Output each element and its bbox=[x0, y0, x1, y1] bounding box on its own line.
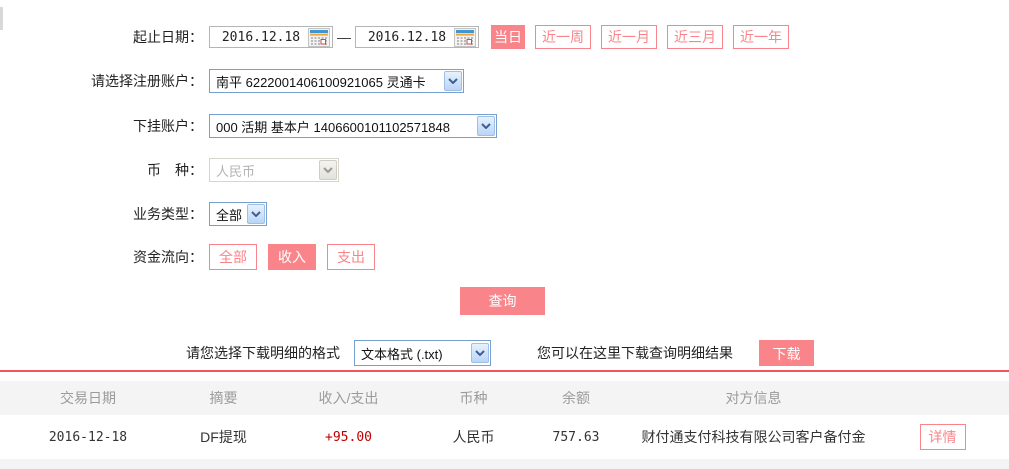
cell-date: 2016-12-18 bbox=[0, 430, 176, 445]
table-row: 2016-12-18 DF提现 +95.00 人民币 757.63 财付通支付科… bbox=[0, 415, 1009, 459]
sub-account-label: 下挂账户： bbox=[0, 116, 203, 136]
download-button[interactable]: 下载 bbox=[759, 340, 814, 366]
chevron-down-icon bbox=[319, 160, 337, 180]
cell-balance: 757.63 bbox=[521, 430, 631, 445]
fund-flow-expense-button[interactable]: 支出 bbox=[327, 244, 375, 270]
register-account-value: 南平 6222001406100921065 灵通卡 bbox=[210, 72, 443, 91]
header-balance: 余额 bbox=[521, 388, 631, 408]
quick-range-year-button[interactable]: 近一年 bbox=[733, 25, 789, 49]
cell-amount: +95.00 bbox=[271, 430, 426, 445]
fund-flow-row: 资金流向： 全部 收入 支出 bbox=[0, 244, 386, 270]
cell-currency: 人民币 bbox=[426, 427, 521, 447]
calendar-icon[interactable] bbox=[308, 28, 330, 47]
quick-range-3months-button[interactable]: 近三月 bbox=[667, 25, 723, 49]
fund-flow-income-button[interactable]: 收入 bbox=[268, 244, 316, 270]
start-date-value: 2016.12.18 bbox=[214, 30, 308, 45]
quick-range-month-button[interactable]: 近一月 bbox=[601, 25, 657, 49]
transaction-table: 交易日期 摘要 收入/支出 币种 余额 对方信息 2016-12-18 DF提现… bbox=[0, 381, 1009, 459]
quick-range-today-button[interactable]: 当日 bbox=[491, 25, 525, 49]
header-counterparty: 对方信息 bbox=[631, 388, 876, 408]
date-range-separator: — bbox=[337, 29, 351, 45]
detail-button[interactable]: 详情 bbox=[920, 424, 966, 450]
start-date-input[interactable]: 2016.12.18 bbox=[209, 26, 333, 48]
end-date-value: 2016.12.18 bbox=[360, 30, 454, 45]
register-account-row: 请选择注册账户： 南平 6222001406100921065 灵通卡 bbox=[0, 68, 464, 94]
header-currency: 币种 bbox=[426, 388, 521, 408]
business-type-row: 业务类型： 全部 bbox=[0, 201, 267, 227]
business-type-select[interactable]: 全部 bbox=[209, 202, 267, 226]
currency-select: 人民币 bbox=[209, 158, 339, 182]
date-range-row: 起止日期： 2016.12.18 bbox=[0, 24, 789, 50]
header-date: 交易日期 bbox=[0, 388, 176, 408]
currency-row: 币 种： 人民币 bbox=[0, 157, 339, 183]
query-button[interactable]: 查询 bbox=[460, 287, 545, 315]
table-header-row: 交易日期 摘要 收入/支出 币种 余额 对方信息 bbox=[0, 381, 1009, 415]
date-range-label: 起止日期： bbox=[0, 27, 203, 47]
currency-label: 币 种： bbox=[0, 160, 203, 180]
sub-account-row: 下挂账户： 000 活期 基本户 1406600101102571848 bbox=[0, 113, 497, 139]
download-hint: 您可以在这里下载查询明细结果 bbox=[537, 343, 733, 363]
quick-range-week-button[interactable]: 近一周 bbox=[535, 25, 591, 49]
sub-account-value: 000 活期 基本户 1406600101102571848 bbox=[210, 117, 476, 136]
transaction-query-page: 起止日期： 2016.12.18 bbox=[0, 0, 1009, 469]
download-format-value: 文本格式 (.txt) bbox=[355, 344, 470, 363]
chevron-down-icon bbox=[247, 204, 265, 224]
register-account-label: 请选择注册账户： bbox=[0, 71, 203, 91]
fund-flow-all-button[interactable]: 全部 bbox=[209, 244, 257, 270]
end-date-input[interactable]: 2016.12.18 bbox=[355, 26, 479, 48]
business-type-label: 业务类型： bbox=[0, 204, 203, 224]
download-format-label: 请您选择下载明细的格式 bbox=[186, 343, 340, 363]
section-divider bbox=[0, 370, 1009, 372]
download-format-select[interactable]: 文本格式 (.txt) bbox=[354, 340, 491, 366]
currency-value: 人民币 bbox=[210, 161, 318, 180]
chevron-down-icon bbox=[477, 116, 495, 136]
fund-flow-label: 资金流向： bbox=[0, 247, 203, 267]
sub-account-select[interactable]: 000 活期 基本户 1406600101102571848 bbox=[209, 114, 497, 138]
download-row: 请您选择下载明细的格式 文本格式 (.txt) 您可以在这里下载查询明细结果 下… bbox=[186, 340, 814, 366]
header-summary: 摘要 bbox=[176, 388, 271, 408]
cell-counterparty: 财付通支付科技有限公司客户备付金 bbox=[631, 427, 876, 447]
header-amount: 收入/支出 bbox=[271, 388, 426, 408]
cell-summary: DF提现 bbox=[176, 427, 271, 447]
chevron-down-icon bbox=[444, 71, 462, 91]
bottom-strip bbox=[0, 459, 1009, 469]
register-account-select[interactable]: 南平 6222001406100921065 灵通卡 bbox=[209, 69, 464, 93]
calendar-icon[interactable] bbox=[454, 28, 476, 47]
chevron-down-icon bbox=[471, 343, 489, 363]
business-type-value: 全部 bbox=[210, 205, 246, 224]
